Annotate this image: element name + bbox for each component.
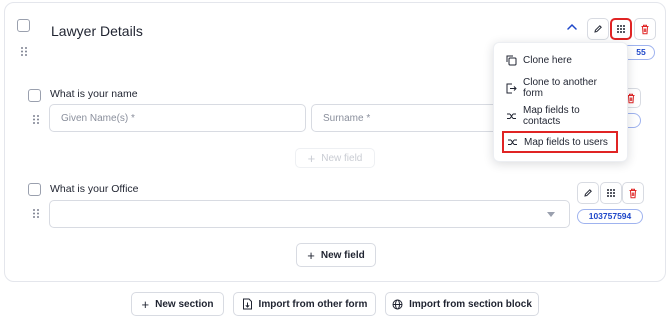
question-edit-button[interactable]	[577, 182, 599, 204]
menu-item-label: Clone to another form	[523, 77, 597, 99]
grid-dots-icon	[607, 189, 615, 197]
menu-item-clone-here[interactable]: Clone here	[502, 49, 618, 71]
clone-icon	[506, 55, 517, 65]
menu-item-label: Clone here	[523, 54, 572, 66]
plus-icon: +	[307, 247, 315, 263]
collapse-chevron-up-icon[interactable]	[567, 23, 577, 31]
plus-icon: +	[307, 150, 316, 166]
section-edit-button[interactable]	[587, 18, 609, 40]
pencil-icon	[584, 189, 592, 197]
import-from-other-form-label: Import from other form	[258, 298, 368, 310]
section-actions-menu: Clone here Clone to another form Map fie…	[493, 42, 628, 162]
section-drag-handle-icon[interactable]	[20, 46, 28, 57]
question-more-button[interactable]	[600, 182, 622, 204]
question-checkbox[interactable]	[28, 89, 41, 102]
menu-item-map-fields-to-users[interactable]: Map fields to users	[502, 131, 618, 153]
trash-icon	[629, 188, 637, 198]
grid-dots-icon	[617, 25, 625, 33]
import-from-section-block-label: Import from section block	[409, 298, 532, 310]
plus-icon: +	[141, 296, 150, 312]
section-title: Lawyer Details	[51, 23, 143, 39]
question-title: What is your name	[50, 88, 138, 100]
question-drag-handle-icon[interactable]	[32, 114, 40, 125]
map-fields-icon	[507, 113, 516, 119]
question-checkbox[interactable]	[28, 183, 41, 196]
question-title: What is your Office	[50, 183, 139, 195]
question-new-field-label: New field	[321, 152, 363, 164]
given-name-input[interactable]: Given Name(s) *	[49, 104, 306, 132]
chevron-down-icon	[547, 212, 555, 217]
surname-input[interactable]: Surname *	[311, 104, 501, 132]
import-from-other-form-button[interactable]: Import from other form	[233, 292, 376, 316]
question-new-field-button[interactable]: + New field	[295, 148, 375, 168]
import-from-section-block-button[interactable]: Import from section block	[385, 292, 539, 316]
office-select[interactable]	[49, 200, 570, 228]
new-section-button[interactable]: + New section	[131, 292, 224, 316]
section-more-button[interactable]	[610, 18, 632, 40]
globe-icon	[392, 299, 403, 309]
menu-item-label: Map fields to contacts	[523, 105, 580, 127]
section-checkbox[interactable]	[17, 19, 30, 32]
menu-item-label: Map fields to users	[524, 136, 608, 148]
new-section-label: New section	[155, 298, 214, 310]
question-id-badge: 103757594	[577, 209, 643, 224]
question-delete-button[interactable]	[622, 182, 644, 204]
import-document-icon	[242, 298, 252, 310]
section-delete-button[interactable]	[634, 18, 656, 40]
menu-item-map-fields-to-contacts[interactable]: Map fields to contacts	[502, 105, 618, 127]
question-drag-handle-icon[interactable]	[32, 208, 40, 219]
move-to-form-icon	[506, 83, 517, 93]
new-field-label: New field	[320, 249, 365, 261]
new-field-button[interactable]: + New field	[296, 243, 376, 267]
trash-icon	[641, 24, 649, 34]
pencil-icon	[594, 25, 602, 33]
map-fields-icon	[508, 139, 517, 145]
menu-item-clone-to-another-form[interactable]: Clone to another form	[502, 77, 618, 99]
